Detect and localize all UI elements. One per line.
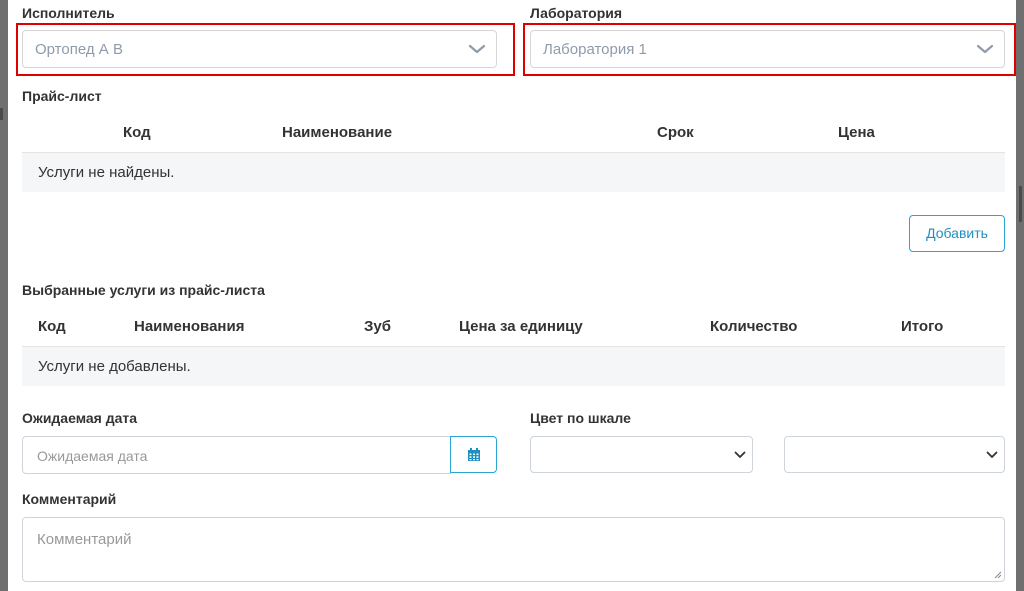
comment-label: Комментарий: [22, 491, 117, 507]
resize-handle-icon[interactable]: [994, 571, 1002, 579]
laboratory-label: Лаборатория: [530, 5, 623, 21]
background-edge-mark: [1019, 186, 1022, 222]
chevron-down-icon: [976, 44, 994, 54]
selected-header-code: Код: [38, 318, 66, 335]
selected-header-tooth: Зуб: [364, 318, 392, 335]
performer-select-value: Ортопед А В: [35, 41, 123, 58]
order-modal: Исполнитель Ортопед А В Лаборатория Лабо…: [8, 0, 1016, 591]
expected-date-placeholder: Ожидаемая дата: [37, 448, 148, 464]
price-list-header-price: Цена: [838, 124, 875, 141]
price-list-header-term: Срок: [657, 124, 694, 141]
laboratory-select[interactable]: Лаборатория 1: [530, 30, 1005, 68]
performer-label: Исполнитель: [22, 5, 115, 21]
background-edge-mark: [0, 108, 3, 120]
comment-placeholder: Комментарий: [37, 531, 132, 548]
price-list-header-code: Код: [123, 124, 151, 141]
laboratory-select-value: Лаборатория 1: [543, 41, 647, 58]
selected-header-names: Наименования: [134, 318, 245, 335]
comment-textarea[interactable]: Комментарий: [22, 517, 1005, 582]
price-list-title: Прайс-лист: [22, 88, 102, 104]
color-scale-select-1[interactable]: [530, 436, 753, 473]
expected-date-label: Ожидаемая дата: [22, 410, 138, 426]
chevron-down-icon: [986, 451, 998, 458]
calendar-button[interactable]: [450, 436, 497, 473]
selected-header-total: Итого: [901, 318, 944, 335]
add-button[interactable]: Добавить: [909, 215, 1005, 252]
performer-select[interactable]: Ортопед А В: [22, 30, 497, 68]
selected-services-title: Выбранные услуги из прайс-листа: [22, 282, 265, 298]
color-scale-label: Цвет по шкале: [530, 410, 631, 426]
price-list-empty-row: Услуги не найдены.: [22, 152, 1005, 192]
selected-services-empty-row: Услуги не добавлены.: [22, 346, 1005, 386]
color-scale-select-2[interactable]: [784, 436, 1005, 473]
chevron-down-icon: [734, 451, 746, 458]
price-list-header-name: Наименование: [282, 124, 393, 141]
chevron-down-icon: [468, 44, 486, 54]
calendar-icon: [468, 448, 480, 461]
expected-date-input[interactable]: Ожидаемая дата: [22, 436, 451, 474]
selected-header-quantity: Количество: [710, 318, 798, 335]
selected-header-unit-price: Цена за единицу: [459, 318, 583, 335]
